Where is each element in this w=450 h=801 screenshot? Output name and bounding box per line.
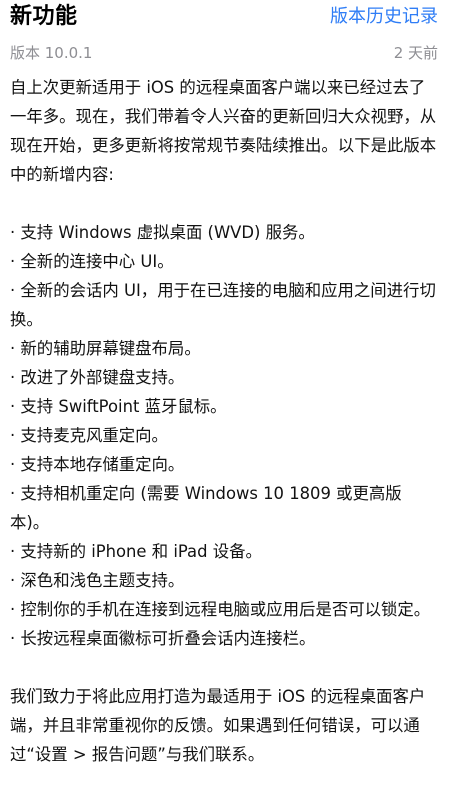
release-date: 2 天前 — [393, 43, 438, 62]
feature-item: · 支持 SwiftPoint 蓝牙鼠标。 — [10, 397, 227, 416]
feature-item: · 控制你的手机在连接到远程电脑或应用后是否可以锁定。 — [10, 600, 431, 619]
version-number: 版本 10.0.1 — [10, 43, 93, 62]
feature-item: · 长按远程桌面徽标可折叠会话内连接栏。 — [10, 629, 316, 648]
feature-item: · 全新的连接中心 UI。 — [10, 252, 174, 271]
feature-item: · 支持相机重定向 (需要 Windows 10 1809 或更高版本)。 — [10, 484, 402, 532]
feature-item: · 支持本地存储重定向。 — [10, 455, 185, 474]
feature-item: · 改进了外部键盘支持。 — [10, 368, 185, 387]
release-notes-intro: 自上次更新适用于 iOS 的远程桌面客户端以来已经过去了一年多。现在，我们带着令… — [10, 78, 437, 184]
version-meta-row: 版本 10.0.1 2 天前 — [10, 34, 438, 70]
feature-item: · 新的辅助屏幕键盘布局。 — [10, 339, 201, 358]
release-notes: 自上次更新适用于 iOS 的远程桌面客户端以来已经过去了一年多。现在，我们带着令… — [10, 73, 438, 769]
version-history-link[interactable]: 版本历史记录 — [330, 0, 438, 33]
feature-item: · 支持麦克风重定向。 — [10, 426, 168, 445]
page-title: 新功能 — [10, 4, 78, 29]
feature-item: · 全新的会话内 UI，用于在已连接的电脑和应用之间进行切换。 — [10, 281, 436, 329]
feature-item: · 支持新的 iPhone 和 iPad 设备。 — [10, 542, 262, 561]
release-notes-closing: 我们致力于将此应用打造为最适用于 iOS 的远程桌面客户端，并且非常重视你的反馈… — [10, 687, 426, 764]
feature-item: · 支持 Windows 虚拟桌面 (WVD) 服务。 — [10, 223, 315, 242]
feature-list: · 支持 Windows 虚拟桌面 (WVD) 服务。 · 全新的连接中心 UI… — [10, 218, 438, 653]
whats-new-header: 新功能 版本历史记录 — [10, 0, 438, 33]
feature-item: · 深色和浅色主题支持。 — [10, 571, 185, 590]
whats-new-page: 新功能 版本历史记录 版本 10.0.1 2 天前 自上次更新适用于 iOS 的… — [0, 0, 450, 801]
